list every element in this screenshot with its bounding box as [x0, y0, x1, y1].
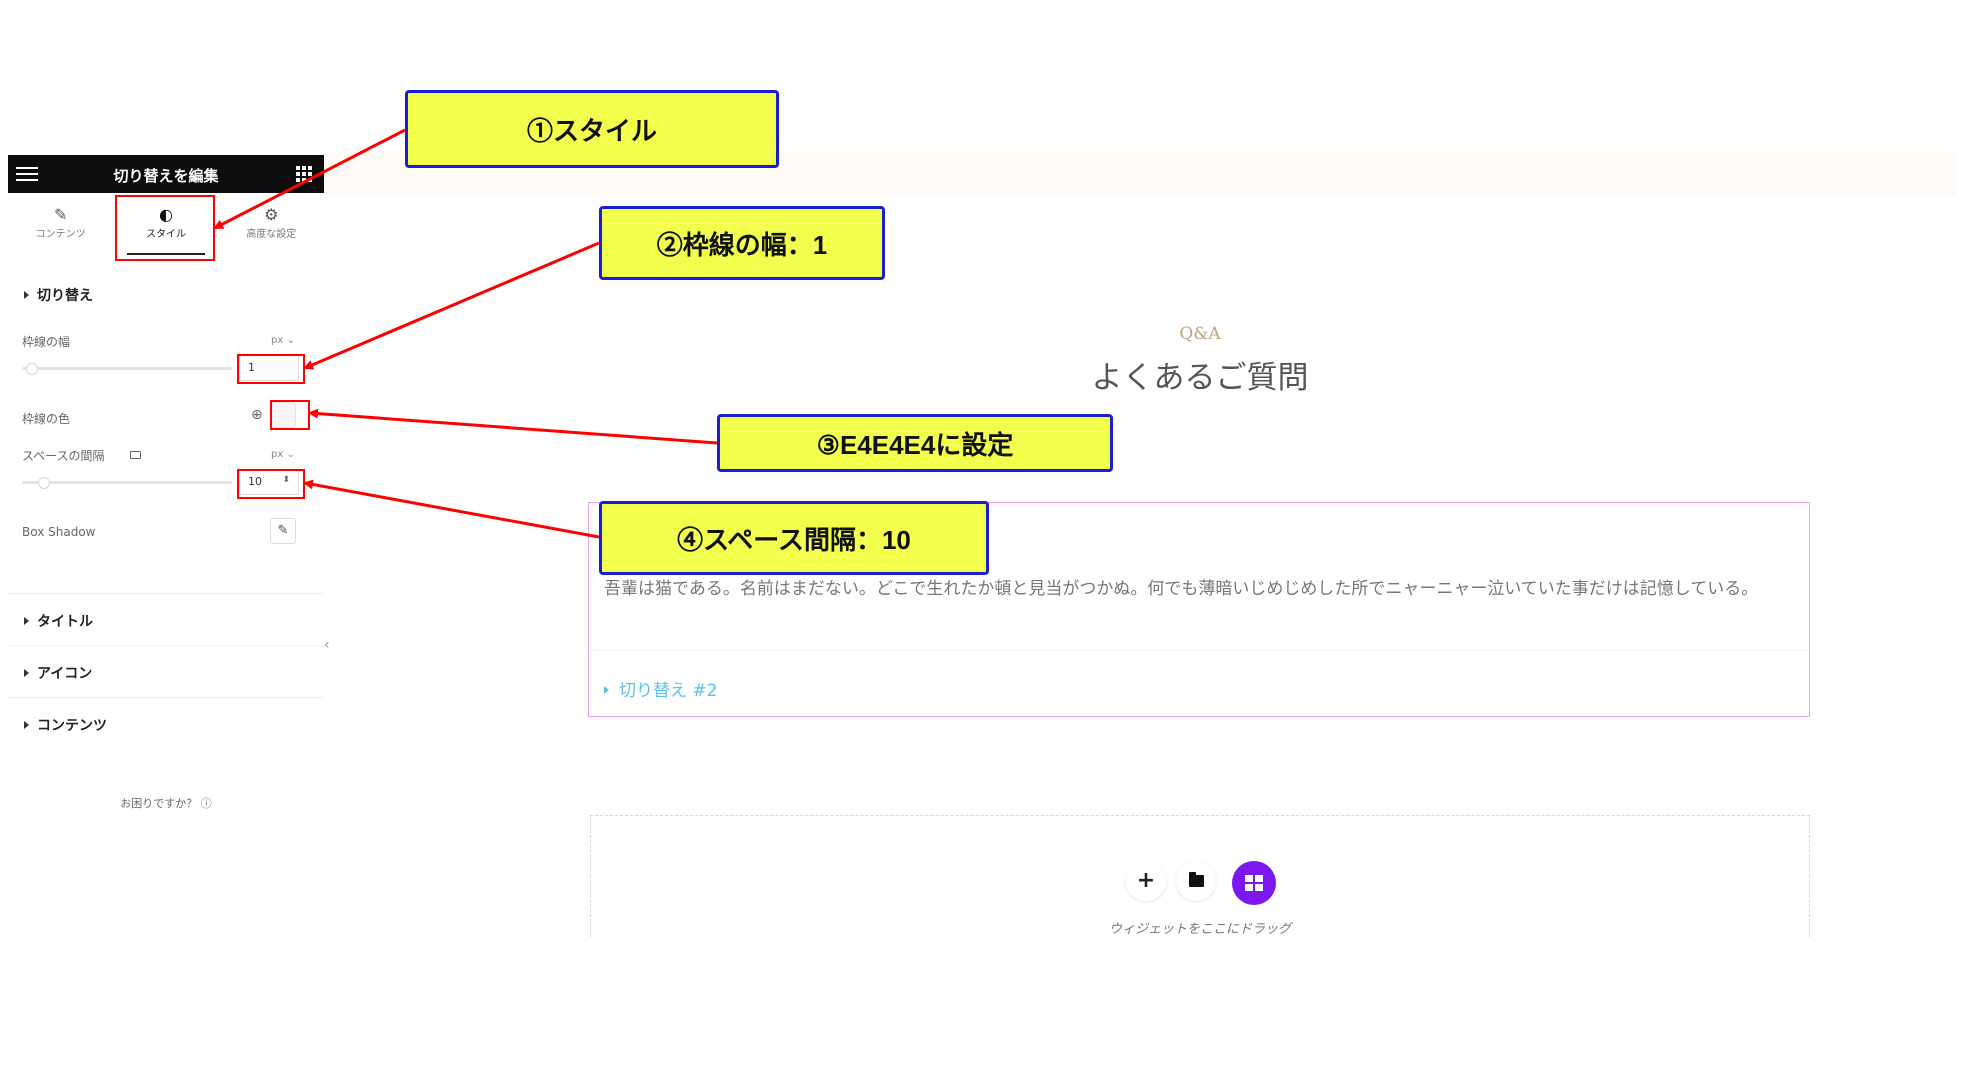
spacing-label: スペースの間隔 [22, 449, 105, 463]
highlight-spacing-input [237, 469, 305, 499]
tab-advanced[interactable]: ⚙ 高度な設定 [219, 201, 324, 255]
template-library-icon[interactable] [1232, 861, 1276, 905]
help-question-icon: ⓘ [200, 797, 212, 810]
tab-content[interactable]: ✎ コンテンツ [8, 201, 113, 255]
faq-heading: よくあるご質問 [1091, 360, 1309, 396]
section-title-label: タイトル [37, 614, 93, 630]
caret-right-icon [24, 721, 29, 729]
arrow-border-color [308, 408, 718, 445]
accordion-item-2[interactable]: 切り替え #2 [604, 676, 717, 701]
accordion-item-2-label: 切り替え #2 [619, 681, 718, 701]
border-color-label: 枠線の色 [22, 412, 71, 426]
panel-title: 切り替えを編集 [113, 167, 219, 185]
panel-header: 切り替えを編集 [8, 155, 324, 193]
border-width-label: 枠線の幅 [22, 335, 71, 349]
caret-right-icon [604, 686, 609, 694]
highlight-border-width-input [237, 354, 305, 384]
arrow-border-width [303, 241, 600, 370]
collapse-panel-chevron-icon[interactable]: ‹ [324, 637, 330, 653]
screenshot-stage: 切り替えを編集 ✎ コンテンツ ◐ スタイル ⚙ 高度な設定 切り替え 枠線の幅… [0, 0, 1980, 1080]
highlight-style-tab [115, 195, 215, 261]
section-content-label: コンテンツ [37, 718, 107, 734]
caret-right-icon [24, 617, 29, 625]
desktop-monitor-icon[interactable] [130, 451, 141, 459]
globe-icon[interactable]: ⊕ [251, 407, 263, 423]
spacing-slider-handle[interactable] [38, 477, 50, 489]
section-icon[interactable]: アイコン [24, 663, 92, 683]
widgets-grid-icon[interactable] [296, 166, 312, 182]
tab-advanced-label: 高度な設定 [246, 229, 297, 240]
tab-content-label: コンテンツ [35, 229, 86, 240]
callout-border-color: ③E4E4E4に設定 [717, 414, 1113, 472]
section-icon-label: アイコン [37, 666, 93, 682]
pencil-icon: ✎ [53, 205, 68, 224]
qa-subheading: Q&A [1179, 324, 1221, 344]
border-width-slider[interactable] [22, 367, 232, 370]
gear-icon: ⚙ [264, 205, 279, 224]
caret-right-icon [24, 291, 29, 299]
spacing-unit: px [271, 449, 284, 460]
divider [8, 697, 324, 698]
border-width-unit: px [271, 335, 284, 346]
callout-spacing: ④スペース間隔：10 [599, 501, 989, 575]
edit-pencil-icon[interactable]: ✎ [270, 518, 296, 544]
spacing-slider[interactable] [22, 481, 232, 484]
caret-right-icon [24, 669, 29, 677]
drop-zone-label: ウィジェットをここにドラッグ [1108, 922, 1291, 937]
section-title[interactable]: タイトル [24, 611, 93, 631]
section-toggle[interactable]: 切り替え [24, 285, 93, 305]
section-content[interactable]: コンテンツ [24, 715, 107, 735]
divider [8, 645, 324, 646]
help-text: お困りですか？ [120, 797, 198, 810]
box-shadow-label: Box Shadow [22, 525, 96, 539]
callout-border-width: ②枠線の幅：1 [599, 206, 885, 280]
help-link[interactable]: お困りですか？ ⓘ [8, 795, 324, 811]
divider [8, 593, 324, 594]
section-toggle-label: 切り替え [37, 288, 93, 304]
spacing-unit-select[interactable]: px ⌄ [271, 449, 295, 460]
add-section-plus-icon[interactable]: + [1126, 861, 1166, 901]
border-width-unit-select[interactable]: px ⌄ [271, 335, 295, 346]
accordion-separator [590, 650, 1808, 651]
border-width-slider-handle[interactable] [26, 363, 38, 375]
callout-style: ①スタイル [405, 90, 779, 168]
highlight-border-color-swatch [270, 400, 310, 430]
template-folder-icon[interactable] [1176, 861, 1216, 901]
arrow-spacing [303, 479, 600, 539]
accordion-body-text: 吾輩は猫である。名前はまだない。どこで生れたか頓と見当がつかぬ。何でも薄暗いじめ… [604, 579, 1759, 599]
